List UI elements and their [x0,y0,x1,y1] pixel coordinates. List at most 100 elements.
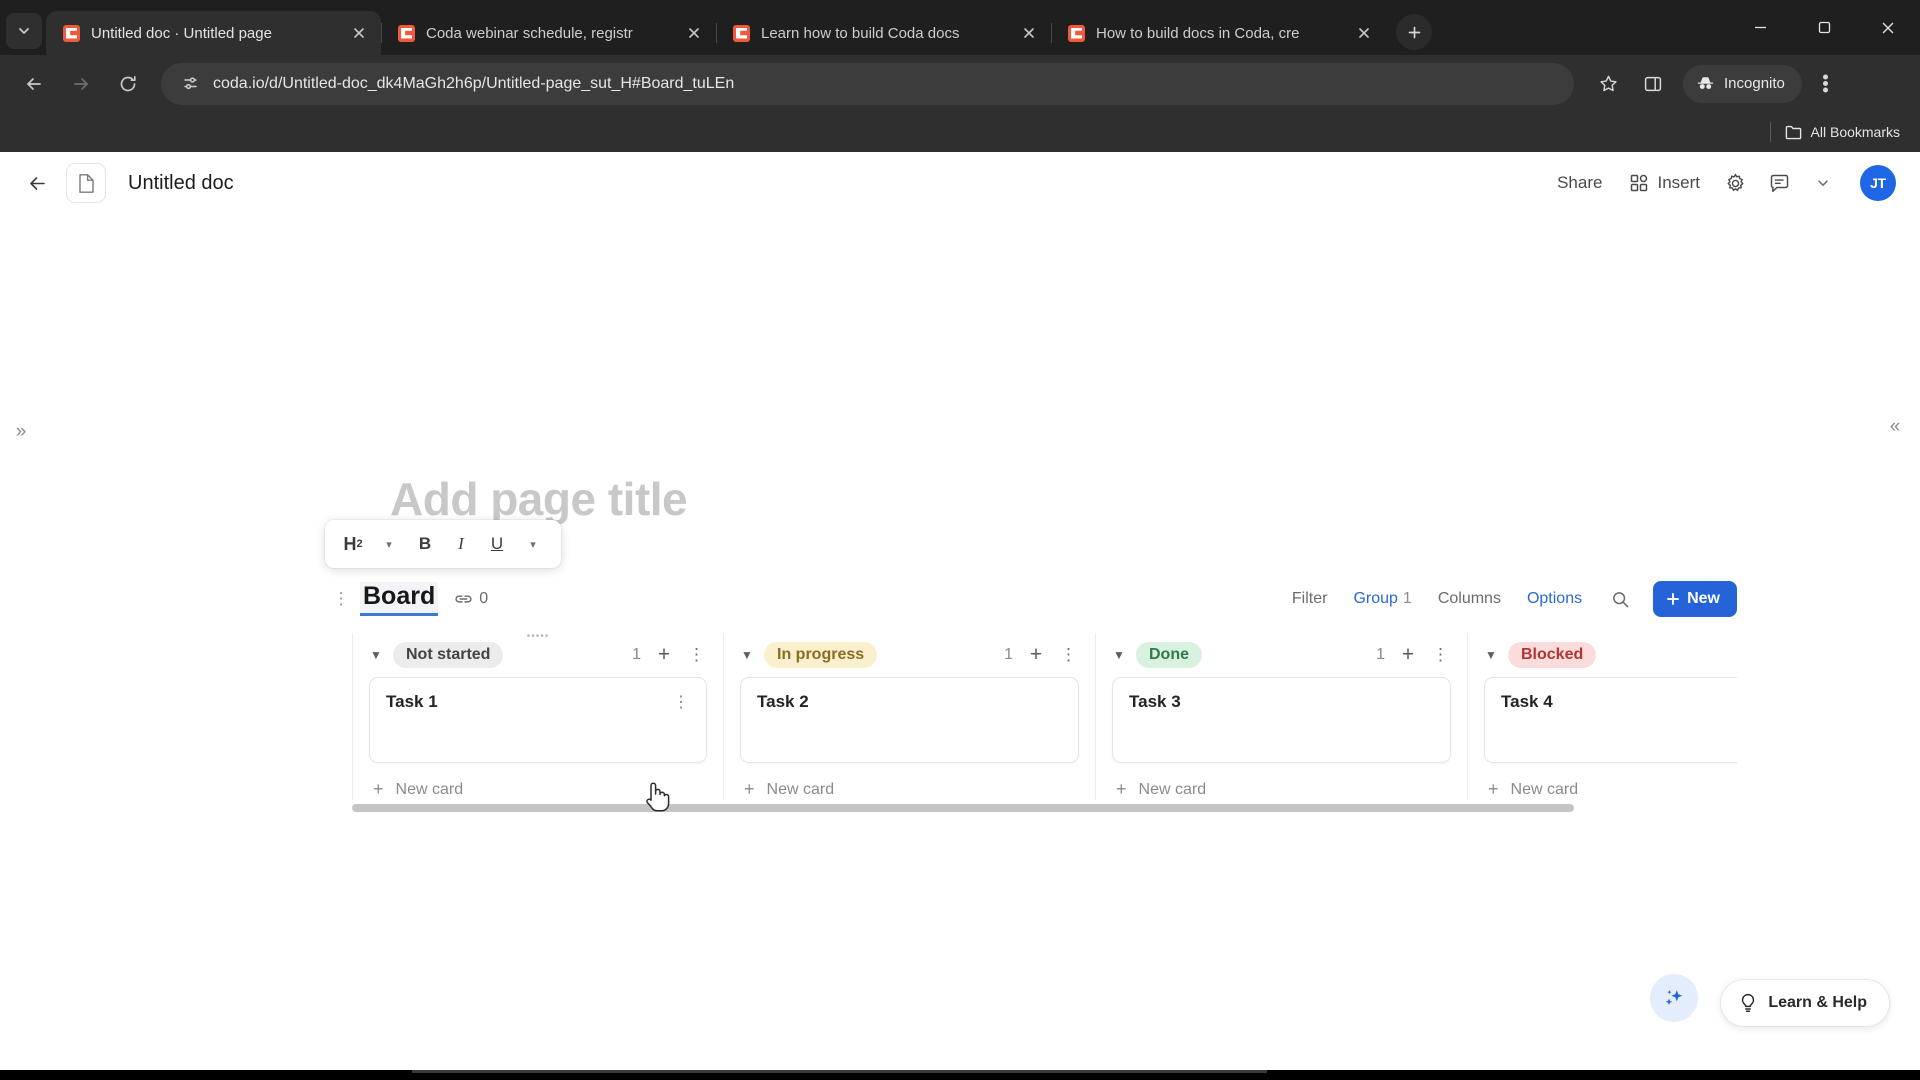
browser-tab[interactable]: Untitled doc · Untitled page [46,11,381,55]
bold-button[interactable]: B [410,527,440,561]
board-drag-handle-icon[interactable]: ⋮ [330,589,352,609]
back-to-docs-button[interactable] [16,162,58,204]
bookmark-star-icon[interactable] [1587,63,1629,105]
heading-style-button[interactable]: H2 [338,527,368,561]
column-status-chip[interactable]: Blocked [1508,642,1597,668]
page-title-placeholder[interactable]: Add page title [390,472,688,526]
search-button[interactable] [1601,582,1639,616]
collapse-column-icon[interactable]: ▼ [1112,648,1126,662]
url-text: coda.io/d/Untitled-doc_dk4MaGh2h6p/Untit… [213,74,735,92]
board-view: ⋮ Board 0 Filter Group1 Columns Options [333,577,1737,855]
scrollbar-thumb[interactable] [352,804,1574,812]
browser-tab[interactable]: How to build docs in Coda, cre [1051,11,1386,55]
close-window-button[interactable] [1856,0,1920,55]
collapse-column-icon[interactable]: ▼ [740,648,754,662]
close-icon[interactable] [1018,22,1040,44]
board-column: ▼ Blocked Task 4 + New card [1468,633,1737,800]
expand-sidebar-button[interactable]: » [4,415,38,449]
column-grip-icon[interactable]: ••••• [527,633,550,642]
card-title: Task 4 [1501,692,1553,711]
column-menu-icon[interactable]: ⋮ [1059,645,1079,665]
browser-tab[interactable]: Learn how to build Coda docs [716,11,1051,55]
side-panel-icon[interactable] [1632,63,1674,105]
insert-label: Insert [1657,173,1700,192]
board-horizontal-scrollbar[interactable] [352,804,1737,812]
minimize-button[interactable] [1728,0,1792,55]
collapse-column-icon[interactable]: ▼ [369,648,383,662]
card-title: Task 3 [1129,692,1181,711]
column-status-chip[interactable]: Not started [393,642,504,668]
column-menu-icon[interactable]: ⋮ [687,645,707,665]
board-link-count[interactable]: 0 [454,590,488,608]
column-status-chip[interactable]: In progress [764,642,878,668]
share-button[interactable]: Share [1545,165,1614,201]
card-menu-icon[interactable]: ⋮ [673,692,690,712]
lightbulb-icon [1742,993,1755,1012]
close-icon[interactable] [1353,22,1375,44]
doc-file-icon[interactable] [66,163,106,203]
doc-header-actions: Share Insert JT [1545,164,1896,202]
board-card[interactable]: Task 2 [740,677,1079,763]
address-bar[interactable]: coda.io/d/Untitled-doc_dk4MaGh2h6p/Untit… [161,62,1574,105]
more-options-chevron[interactable] [1804,164,1842,202]
board-name[interactable]: Board [360,582,439,616]
filter-button[interactable]: Filter [1281,583,1339,615]
heading-dropdown-icon[interactable]: ▾ [374,527,404,561]
coda-ai-button[interactable] [1650,974,1698,1022]
learn-and-help-button[interactable]: Learn & Help [1720,979,1890,1027]
avatar[interactable]: JT [1860,165,1896,201]
maximize-button[interactable] [1792,0,1856,55]
collapse-right-panel-button[interactable]: « [1878,410,1912,444]
add-card-icon[interactable]: + [1023,643,1049,667]
column-menu-icon[interactable]: ⋮ [1431,645,1451,665]
new-card-button[interactable]: + New card [1484,779,1737,800]
italic-button[interactable]: I [446,527,476,561]
learn-and-help-label: Learn & Help [1768,994,1867,1011]
site-settings-icon[interactable] [179,73,201,95]
forward-button[interactable] [59,62,103,106]
columns-button[interactable]: Columns [1427,583,1512,615]
add-card-icon[interactable]: + [651,643,677,667]
browser-tab[interactable]: Coda webinar schedule, registr [381,11,716,55]
settings-button[interactable] [1716,164,1754,202]
heading-level: 2 [356,538,363,550]
underline-button[interactable]: U [482,527,512,561]
coda-app: Untitled doc Share Insert JT » « Add pag… [0,152,1920,1080]
divider [1769,122,1771,142]
back-button[interactable] [12,62,56,106]
reload-button[interactable] [106,62,150,106]
add-card-icon[interactable]: + [1395,643,1421,667]
group-button[interactable]: Group 1 [1342,583,1422,615]
tab-search-button[interactable] [6,13,42,49]
doc-title[interactable]: Untitled doc [128,172,234,195]
close-icon[interactable] [683,22,705,44]
column-count: 1 [1004,646,1013,663]
board-card[interactable]: Task 1 ⋮ [369,677,707,763]
all-bookmarks-button[interactable]: All Bookmarks [1785,124,1900,140]
board-card[interactable]: Task 4 [1484,677,1737,763]
board-columns-canvas: ••••• ▼ Not started 1 + ⋮ Task 1 ⋮ + New… [352,633,1737,855]
new-row-button[interactable]: New [1653,581,1737,617]
group-count: 1 [1402,590,1412,607]
plus-icon [1667,593,1680,605]
browser-menu-icon[interactable] [1805,63,1847,105]
incognito-icon [1697,77,1714,90]
options-button[interactable]: Options [1516,583,1593,615]
close-icon[interactable] [348,22,370,44]
coda-favicon-icon [398,24,415,42]
new-card-button[interactable]: + New card [740,779,1079,800]
column-count: 1 [1376,646,1385,663]
collapse-column-icon[interactable]: ▼ [1484,648,1498,662]
browser-toolbar: coda.io/d/Untitled-doc_dk4MaGh2h6p/Untit… [0,55,1920,112]
more-formatting-icon[interactable]: ▾ [518,527,548,561]
link-icon [455,595,472,603]
search-icon [1612,591,1628,607]
comments-button[interactable] [1760,164,1798,202]
insert-button[interactable]: Insert [1620,165,1710,201]
column-status-chip[interactable]: Done [1136,642,1202,668]
new-tab-button[interactable] [1396,14,1432,50]
doc-header: Untitled doc Share Insert JT [0,152,1920,214]
board-card[interactable]: Task 3 [1112,677,1451,763]
new-card-button[interactable]: + New card [1112,779,1451,800]
incognito-indicator[interactable]: Incognito [1683,64,1802,103]
